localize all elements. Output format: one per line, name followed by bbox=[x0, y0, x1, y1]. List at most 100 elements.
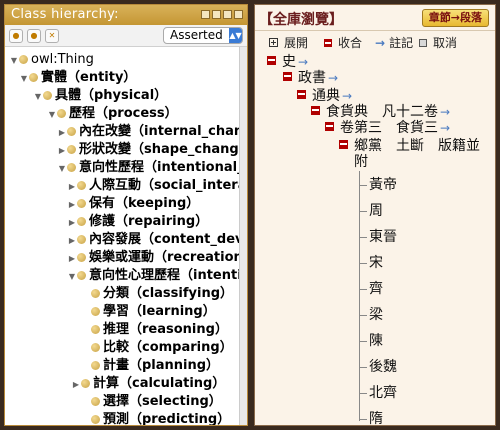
expand-arrow-icon[interactable]: ▶ bbox=[67, 232, 77, 250]
collapse-node-icon[interactable] bbox=[339, 140, 348, 149]
cancel-button[interactable]: 取消 bbox=[419, 35, 457, 51]
tree-item[interactable]: 預測（predicting） bbox=[81, 411, 230, 425]
plus-icon bbox=[269, 38, 278, 47]
leaf-dynasty[interactable]: 隋 bbox=[369, 410, 383, 425]
collapse-arrow-icon[interactable]: ▼ bbox=[47, 106, 57, 124]
chapter-to-paragraph-button[interactable]: 章節→段落 bbox=[421, 9, 489, 27]
class-hierarchy-toolbar: ● ● ✕ Asserted ▲▼ bbox=[5, 25, 247, 47]
tree-connector bbox=[359, 211, 367, 212]
collapse-node-icon[interactable] bbox=[297, 90, 306, 99]
minimize-icon[interactable] bbox=[201, 10, 210, 19]
tree-item[interactable]: 比較（comparing） bbox=[81, 339, 233, 357]
collapse-node-icon[interactable] bbox=[267, 56, 276, 65]
tree-item[interactable]: 分類（classifying） bbox=[81, 285, 233, 303]
tree-item[interactable]: ▼ 實體（entity） bbox=[19, 69, 137, 88]
leaf-dynasty[interactable]: 陳 bbox=[369, 332, 383, 350]
leaf-dynasty[interactable]: 東晉 bbox=[369, 228, 397, 246]
expand-arrow-icon[interactable]: ▶ bbox=[67, 178, 77, 196]
tree-item[interactable]: ▶ 內在改變（internal_chang bbox=[57, 123, 239, 141]
go-arrow-icon[interactable]: → bbox=[328, 71, 338, 85]
tree-node-juan3[interactable]: 卷第三 食貨三 → bbox=[325, 119, 450, 137]
collapse-node-icon[interactable] bbox=[325, 122, 334, 131]
tree-item[interactable]: ▶ 內容發展（content_deve bbox=[67, 231, 239, 249]
tree-item[interactable]: ▼ owl:Thing bbox=[9, 51, 94, 69]
class-icon bbox=[91, 307, 100, 316]
class-hierarchy-panel: Class hierarchy: ● ● ✕ Asserted ▲▼ ▼ owl:… bbox=[4, 4, 248, 426]
class-icon bbox=[91, 289, 100, 298]
tree-item[interactable]: ▶娛樂或運動（recreation_c bbox=[67, 249, 239, 267]
go-arrow-icon[interactable]: → bbox=[342, 89, 352, 103]
class-hierarchy-titlebar: Class hierarchy: bbox=[5, 5, 247, 25]
expand-arrow-icon[interactable]: ▶ bbox=[67, 214, 77, 232]
browser-titlebar: 【全庫瀏覽】 章節→段落 bbox=[255, 5, 495, 31]
go-arrow-icon[interactable]: → bbox=[298, 55, 308, 69]
class-icon bbox=[29, 73, 38, 82]
maximize-icon[interactable] bbox=[223, 10, 232, 19]
leaf-dynasty[interactable]: 齊 bbox=[369, 280, 383, 298]
add-sibling-icon[interactable]: ● bbox=[27, 29, 41, 43]
class-icon bbox=[19, 55, 28, 64]
collapse-arrow-icon[interactable]: ▼ bbox=[57, 160, 67, 178]
class-icon bbox=[67, 127, 76, 136]
arrow-right-icon: → bbox=[375, 36, 386, 50]
collapse-node-icon[interactable] bbox=[311, 106, 320, 115]
tree-item[interactable]: 計畫（planning） bbox=[81, 357, 219, 375]
expand-arrow-icon[interactable]: ▶ bbox=[67, 196, 77, 214]
add-subclass-icon[interactable]: ● bbox=[9, 29, 23, 43]
tree-item[interactable]: 學習（learning） bbox=[81, 303, 216, 321]
leaf-dynasty[interactable]: 黃帝 bbox=[369, 176, 397, 194]
class-icon bbox=[91, 397, 100, 406]
tree-item[interactable]: ▼ 具體（physical） bbox=[33, 87, 167, 105]
tree-item[interactable]: ▶形狀改變（shape_change） bbox=[57, 141, 239, 159]
tree-item[interactable]: ▶ 計算（calculating） bbox=[71, 375, 225, 393]
collapse-arrow-icon[interactable]: ▼ bbox=[19, 70, 29, 88]
leaf-dynasty[interactable]: 周 bbox=[369, 202, 383, 220]
class-icon bbox=[77, 253, 86, 262]
tree-item[interactable]: 選擇（selecting） bbox=[81, 393, 222, 411]
go-arrow-icon[interactable]: → bbox=[440, 105, 450, 119]
class-icon bbox=[81, 379, 90, 388]
collapse-button[interactable]: 收合 bbox=[324, 35, 362, 51]
leaf-dynasty[interactable]: 後魏 bbox=[369, 358, 397, 376]
window-buttons bbox=[201, 10, 243, 19]
chevron-down-icon: ▲▼ bbox=[229, 28, 242, 43]
tree-item[interactable]: ▶ 人際互動（social_interac bbox=[67, 177, 239, 195]
tree-item[interactable]: ▶ 修護（repairing） bbox=[67, 213, 208, 231]
tree-item[interactable]: ▼ 歷程（process） bbox=[47, 105, 178, 123]
leaf-dynasty[interactable]: 宋 bbox=[369, 254, 383, 272]
expand-arrow-icon[interactable]: ▶ bbox=[57, 142, 67, 160]
expand-button[interactable]: 展開 bbox=[269, 35, 308, 51]
tree-item[interactable]: ▶ 保有（keeping） bbox=[67, 195, 199, 213]
restore-icon[interactable] bbox=[212, 10, 221, 19]
collapse-arrow-icon[interactable]: ▼ bbox=[67, 268, 77, 286]
tree-item[interactable]: ▼意向性心理歷程（intention bbox=[67, 267, 239, 285]
class-icon bbox=[91, 415, 100, 424]
go-arrow-icon[interactable]: → bbox=[440, 121, 450, 135]
delete-class-icon[interactable]: ✕ bbox=[45, 29, 59, 43]
tree-node-zhengshu[interactable]: 政書 → bbox=[283, 69, 338, 87]
class-tree[interactable]: ▼ owl:Thing ▼ 實體（entity） ▼ 具體（physical） ▼ 歷程… bbox=[5, 47, 239, 425]
expand-arrow-icon[interactable]: ▶ bbox=[67, 250, 77, 268]
tree-scrollbar[interactable] bbox=[239, 47, 247, 425]
class-icon bbox=[77, 199, 86, 208]
tree-connector bbox=[359, 419, 367, 420]
tree-connector bbox=[359, 367, 367, 368]
tree-item[interactable]: 推理（reasoning） bbox=[81, 321, 228, 339]
leaf-dynasty[interactable]: 梁 bbox=[369, 306, 383, 324]
view-mode-select[interactable]: Asserted ▲▼ bbox=[163, 27, 243, 44]
expand-arrow-icon[interactable]: ▶ bbox=[71, 376, 81, 394]
tree-connector bbox=[359, 315, 367, 316]
expand-arrow-icon[interactable]: ▶ bbox=[57, 124, 67, 142]
annotate-button[interactable]: → 註記 bbox=[375, 35, 413, 51]
collapse-arrow-icon[interactable]: ▼ bbox=[33, 88, 43, 106]
class-icon bbox=[57, 109, 66, 118]
collapse-node-icon[interactable] bbox=[283, 72, 292, 81]
collapse-arrow-icon[interactable]: ▼ bbox=[9, 52, 19, 70]
checkbox-icon bbox=[419, 39, 427, 47]
class-icon bbox=[91, 361, 100, 370]
class-icon bbox=[77, 271, 86, 280]
leaf-dynasty[interactable]: 北齊 bbox=[369, 384, 397, 402]
class-icon bbox=[77, 181, 86, 190]
tree-item[interactable]: ▼ 意向性歷程（intentional_p bbox=[57, 159, 239, 177]
close-icon[interactable] bbox=[234, 10, 243, 19]
